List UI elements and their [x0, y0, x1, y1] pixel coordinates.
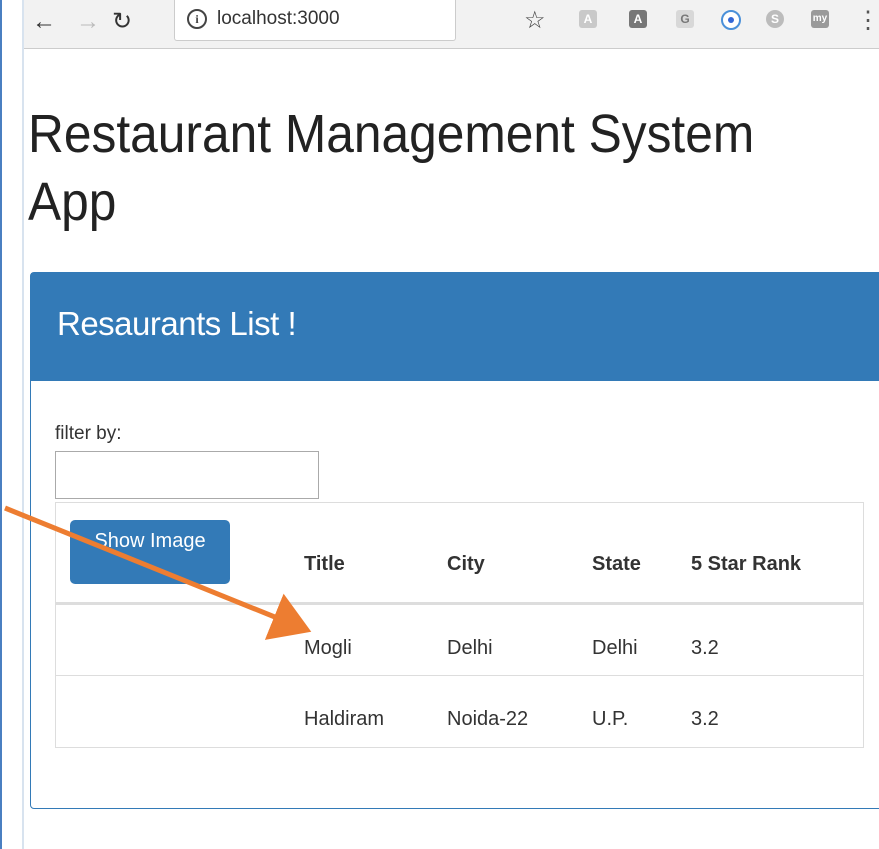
column-header-rank: 5 Star Rank: [691, 553, 802, 575]
table-cell-title: Mogli: [304, 637, 352, 659]
url-text[interactable]: localhost:3000: [217, 8, 340, 30]
s-extension-icon[interactable]: S: [766, 10, 784, 28]
back-arrow-icon[interactable]: ←: [32, 6, 56, 38]
address-bar[interactable]: i localhost:3000: [174, 0, 456, 41]
angular-dark-extension-icon[interactable]: A: [629, 10, 647, 28]
page-title: Restaurant Management System App: [28, 104, 755, 232]
filter-input[interactable]: [55, 451, 319, 499]
column-header-title: Title: [304, 553, 345, 575]
restaurants-table: Show Image Title City State 5 Star Rank …: [55, 502, 864, 748]
table-cell-city: Delhi: [447, 637, 493, 659]
restaurants-panel: Resaurants List ! filter by: Show Image …: [30, 272, 879, 809]
column-header-city: City: [447, 553, 485, 575]
column-header-state: State: [592, 553, 641, 575]
table-cell-rank: 3.2: [691, 637, 719, 659]
show-image-button[interactable]: Show Image: [70, 520, 230, 584]
table-cell-state: U.P.: [592, 708, 629, 730]
row-divider: [56, 675, 863, 676]
table-cell-state: Delhi: [592, 637, 638, 659]
menu-icon[interactable]: ⋮: [856, 6, 879, 35]
target-extension-icon[interactable]: [721, 10, 741, 30]
g-extension-icon[interactable]: G: [676, 10, 694, 28]
table-cell-rank: 3.2: [691, 708, 719, 730]
window-edge: [0, 0, 2, 849]
star-icon[interactable]: ☆: [524, 6, 546, 35]
filter-label: filter by:: [55, 423, 122, 444]
angular-extension-icon[interactable]: A: [579, 10, 597, 28]
header-divider: [56, 602, 863, 605]
window-edge-inner: [22, 0, 24, 849]
my-extension-icon[interactable]: my: [811, 10, 829, 28]
reload-icon[interactable]: ↻: [112, 6, 132, 38]
info-icon[interactable]: i: [187, 9, 207, 29]
table-cell-title: Haldiram: [304, 708, 385, 730]
forward-arrow-icon[interactable]: →: [76, 6, 100, 38]
browser-toolbar: ← → ↻ i localhost:3000 ☆ A A G S my ⋮: [24, 0, 879, 49]
table-cell-city: Noida-22: [447, 708, 529, 730]
panel-heading: Resaurants List !: [31, 273, 879, 381]
